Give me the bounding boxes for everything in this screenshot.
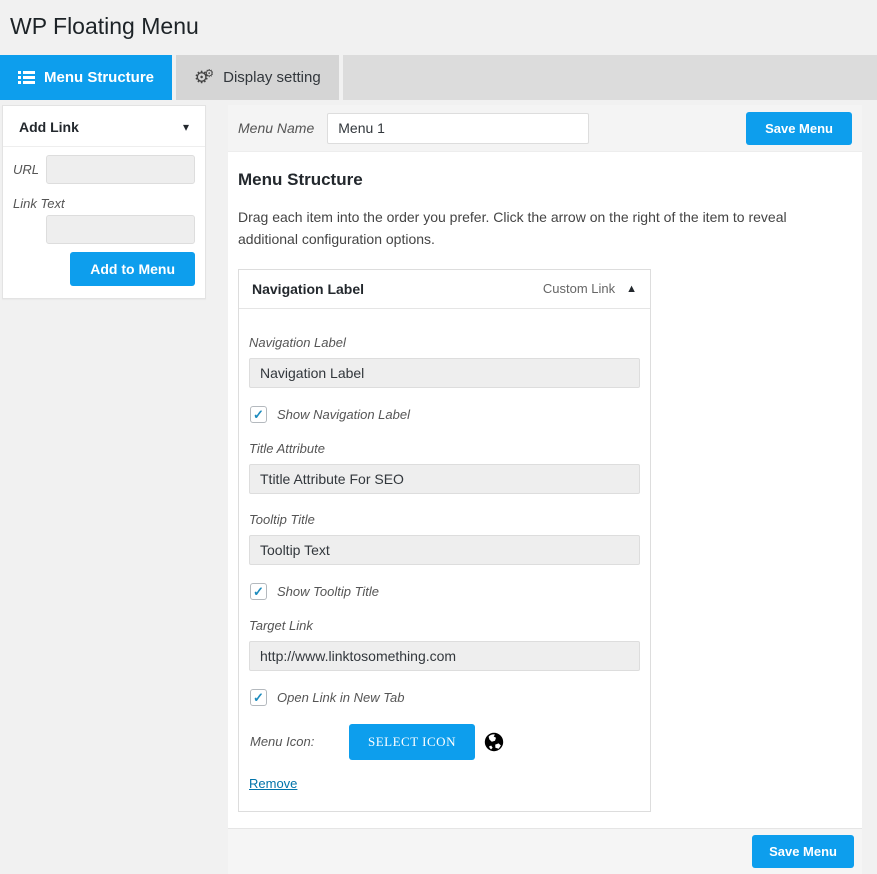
menu-item-title: Navigation Label	[252, 281, 543, 297]
show-navigation-label-checkbox[interactable]: ✓ Show Navigation Label	[250, 406, 640, 423]
menu-icon-row: Menu Icon: SELECT ICON	[250, 724, 640, 760]
tab-label: Display setting	[223, 69, 321, 86]
target-link-label: Target Link	[249, 618, 640, 633]
link-text-label: Link Text	[13, 196, 195, 211]
menu-name-label: Menu Name	[238, 120, 314, 136]
save-menu-button-top[interactable]: Save Menu	[746, 112, 852, 145]
menu-icon-label: Menu Icon:	[250, 734, 349, 749]
checkbox-checked-icon[interactable]: ✓	[250, 583, 267, 600]
open-link-new-tab-checkbox[interactable]: ✓ Open Link in New Tab	[250, 689, 640, 706]
tab-menu-structure[interactable]: Menu Structure	[0, 55, 176, 100]
gears-icon: ⚙⚙	[194, 69, 214, 86]
menu-structure-heading: Menu Structure	[238, 170, 852, 190]
add-link-body: URL Link Text Add to Menu	[3, 147, 205, 298]
menu-item-box: Navigation Label Custom Link ▲ Navigatio…	[238, 269, 651, 812]
caret-down-icon[interactable]: ▾	[183, 121, 189, 133]
add-to-menu-row: Add to Menu	[13, 252, 195, 286]
url-field-row: URL	[13, 155, 195, 184]
add-to-menu-button[interactable]: Add to Menu	[70, 252, 195, 286]
menu-item-type: Custom Link	[543, 281, 615, 296]
save-menu-button-bottom[interactable]: Save Menu	[752, 835, 854, 868]
main-layout: Add Link ▾ URL Link Text Add to Menu Men…	[0, 105, 877, 874]
main-panel: Menu Name Save Menu Menu Structure Drag …	[228, 105, 862, 874]
select-icon-button[interactable]: SELECT ICON	[349, 724, 475, 760]
checkbox-checked-icon[interactable]: ✓	[250, 406, 267, 423]
tooltip-title-label: Tooltip Title	[249, 512, 640, 527]
title-attribute-input[interactable]	[249, 464, 640, 494]
menu-structure-content: Menu Structure Drag each item into the o…	[228, 152, 862, 828]
show-tooltip-title-checkbox[interactable]: ✓ Show Tooltip Title	[250, 583, 640, 600]
link-text-field-row: Link Text	[13, 196, 195, 244]
tab-bar: Menu Structure ⚙⚙ Display setting	[0, 55, 877, 100]
tab-label: Menu Structure	[44, 69, 154, 86]
show-navigation-label-text: Show Navigation Label	[277, 407, 410, 422]
add-link-title: Add Link	[19, 119, 79, 135]
page-title: WP Floating Menu	[10, 12, 867, 41]
url-label: URL	[13, 162, 46, 177]
tooltip-title-input[interactable]	[249, 535, 640, 565]
open-link-new-tab-text: Open Link in New Tab	[277, 690, 404, 705]
add-link-panel-header[interactable]: Add Link ▾	[3, 106, 205, 147]
tab-display-setting[interactable]: ⚙⚙ Display setting	[176, 55, 343, 100]
title-attribute-label: Title Attribute	[249, 441, 640, 456]
show-tooltip-title-text: Show Tooltip Title	[277, 584, 379, 599]
menu-name-bar: Menu Name Save Menu	[228, 105, 862, 152]
page-header: WP Floating Menu	[0, 0, 877, 55]
menu-item-body: Navigation Label ✓ Show Navigation Label…	[239, 309, 650, 811]
tab-bar-filler	[343, 55, 877, 100]
navigation-label-input[interactable]	[249, 358, 640, 388]
remove-link[interactable]: Remove	[249, 776, 297, 791]
menu-name-input[interactable]	[327, 113, 589, 144]
navigation-label-label: Navigation Label	[249, 335, 640, 350]
menu-structure-description: Drag each item into the order you prefer…	[238, 206, 824, 251]
menu-item-header[interactable]: Navigation Label Custom Link ▲	[239, 270, 650, 309]
url-input[interactable]	[46, 155, 195, 184]
add-link-panel: Add Link ▾ URL Link Text Add to Menu	[2, 105, 206, 299]
caret-up-icon[interactable]: ▲	[626, 283, 637, 295]
globe-icon	[484, 732, 504, 752]
checkbox-checked-icon[interactable]: ✓	[250, 689, 267, 706]
list-icon	[18, 71, 35, 84]
target-link-input[interactable]	[249, 641, 640, 671]
link-text-input[interactable]	[46, 215, 195, 244]
